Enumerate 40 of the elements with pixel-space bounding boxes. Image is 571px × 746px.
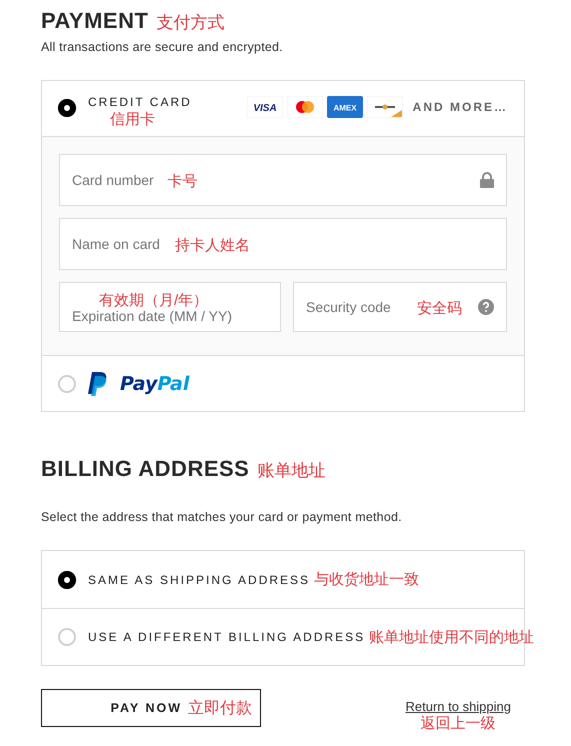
section-description: All transactions are secure and encrypted.	[41, 40, 284, 54]
payment-option-label[interactable]: CREDIT CARD	[88, 95, 192, 109]
radio-button[interactable]	[58, 374, 76, 392]
radio-button[interactable]	[58, 99, 76, 117]
section-title: PAYMENT	[41, 8, 148, 34]
annotation: 与收货地址一致	[314, 570, 420, 589]
mastercard-icon	[286, 96, 323, 118]
input-field[interactable]: Card number 卡号	[59, 154, 507, 206]
input-field[interactable]: Name on card 持卡人姓名	[59, 218, 507, 270]
input-field[interactable]: 有效期（月/年） Expiration date (MM / YY)	[59, 282, 281, 332]
billing-option-label[interactable]: SAME AS SHIPPING ADDRESS	[88, 572, 310, 586]
lock-icon	[480, 172, 494, 188]
amex-card-icon: AMEX	[326, 96, 363, 118]
text-input[interactable]: Expiration date (MM / YY)	[72, 308, 268, 324]
annotation: 支付方式	[156, 12, 224, 34]
radio-button[interactable]	[58, 628, 76, 646]
text-input[interactable]: Name on card	[72, 236, 170, 252]
paypal-wordmark: PayPal	[120, 372, 190, 394]
annotation: 持卡人姓名	[175, 236, 250, 255]
pay-now-button[interactable]: PAY NOW 立即付款	[41, 689, 261, 727]
help-icon[interactable]	[478, 299, 494, 315]
paypal-logo-icon	[88, 372, 108, 396]
section-description: Select the address that matches your card or payment method.	[41, 510, 403, 524]
annotation: 信用卡	[109, 110, 156, 129]
visa-card-icon: VISA	[246, 96, 283, 118]
section-title: BILLING ADDRESS	[41, 456, 250, 482]
text-input[interactable]: Security code	[306, 299, 411, 315]
text-input[interactable]: Card number	[72, 172, 162, 188]
more-cards-label: AND MORE…	[412, 100, 508, 114]
annotation: 账单地址	[257, 460, 326, 482]
annotation: 有效期（月/年）	[98, 290, 208, 310]
annotation: 返回上一级	[420, 714, 496, 733]
return-link[interactable]: Return to shipping	[405, 699, 511, 714]
annotation: 账单地址使用不同的地址	[369, 628, 534, 646]
billing-option-label[interactable]: USE A DIFFERENT BILLING ADDRESS	[88, 630, 366, 644]
annotation: 安全码	[416, 299, 462, 318]
input-field[interactable]: Security code 安全码	[293, 282, 507, 332]
annotation: 卡号	[168, 172, 198, 191]
card-icon	[366, 96, 403, 118]
radio-button[interactable]	[58, 570, 76, 588]
